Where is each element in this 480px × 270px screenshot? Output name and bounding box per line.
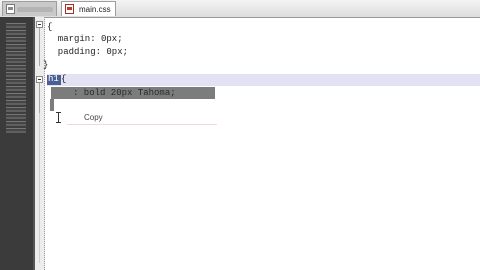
ibeam-cursor-icon — [56, 112, 62, 123]
css-selector: h1 — [48, 74, 59, 84]
code-line: padding: 0px; — [47, 47, 129, 57]
editor-gutter — [35, 17, 45, 270]
fold-toggle-icon[interactable] — [36, 21, 43, 28]
code-line: } — [43, 60, 49, 70]
fold-guide-line — [39, 28, 40, 66]
tab-label: main.css — [79, 5, 111, 14]
code-line: margin: 0px; — [47, 34, 123, 44]
text-selection-tail — [50, 99, 54, 111]
copy-label: Copy — [84, 113, 103, 122]
selected-code-text: : bold 20px Tahoma; — [73, 88, 176, 98]
fold-toggle-icon[interactable] — [36, 76, 43, 83]
css-file-icon — [65, 4, 74, 14]
current-line-highlight — [47, 74, 480, 86]
code-line: { — [61, 74, 67, 84]
blurred-panel-content — [6, 23, 26, 133]
tab-blurred-file[interactable] — [2, 1, 57, 16]
file-icon — [6, 4, 15, 14]
fold-guide-line — [39, 113, 40, 263]
left-side-panel — [0, 17, 35, 270]
editor-tab-bar: main.css — [0, 0, 480, 18]
tab-main-css[interactable]: main.css — [61, 1, 116, 16]
code-editor[interactable]: { margin: 0px; padding: 0px; } h1 { : bo… — [43, 17, 480, 270]
blurred-tab-label — [17, 7, 53, 13]
fold-guide-line — [39, 83, 40, 113]
copy-menu-item[interactable]: Copy — [67, 111, 217, 125]
